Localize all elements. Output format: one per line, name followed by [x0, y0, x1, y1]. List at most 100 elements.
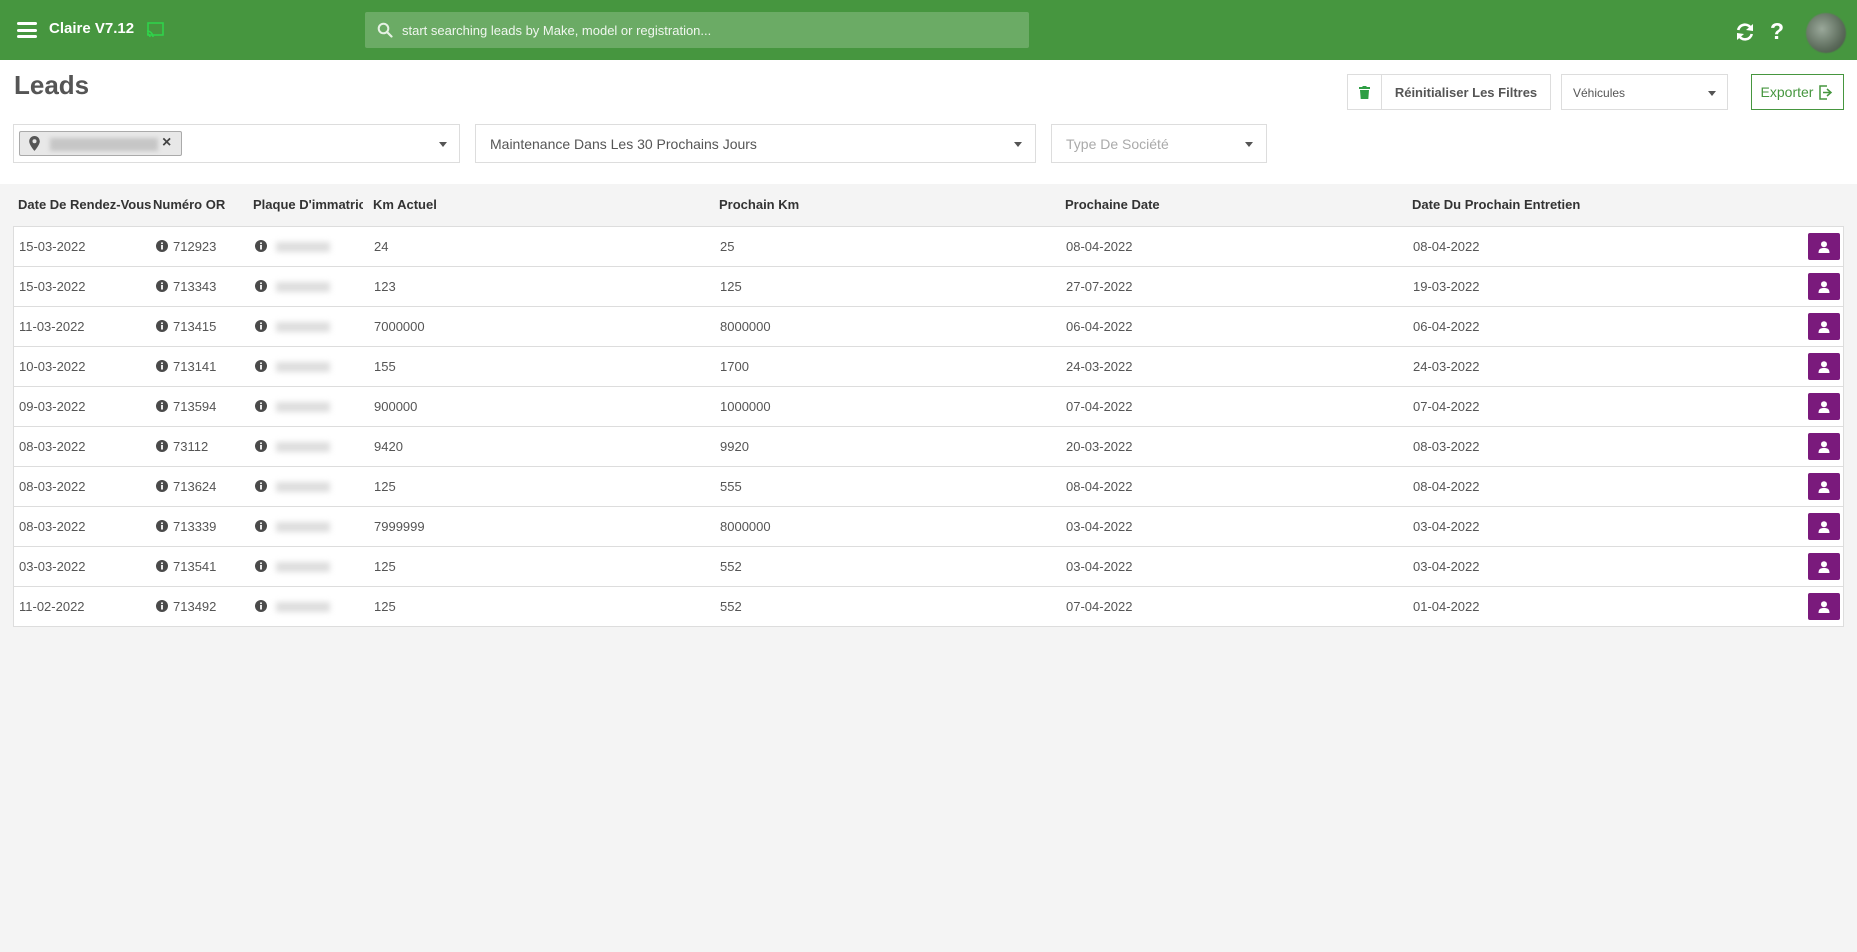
chevron-down-icon [1708, 91, 1716, 96]
user-icon [1818, 520, 1830, 533]
user-icon [1818, 600, 1830, 613]
location-filter[interactable]: × [13, 124, 460, 163]
info-icon[interactable] [255, 320, 267, 332]
info-icon[interactable] [156, 480, 168, 492]
search-box [365, 12, 1029, 48]
info-icon[interactable] [156, 280, 168, 292]
cast-icon[interactable] [146, 22, 164, 38]
cell-plate-redacted [272, 507, 342, 546]
user-icon [1818, 480, 1830, 493]
info-icon[interactable] [255, 480, 267, 492]
cell-plate-redacted [272, 587, 342, 626]
user-button[interactable] [1808, 313, 1840, 340]
info-icon[interactable] [156, 440, 168, 452]
info-icon[interactable] [255, 560, 267, 572]
company-type-filter[interactable]: Type De Société [1051, 124, 1267, 163]
cell-plate-redacted [272, 387, 342, 426]
user-button[interactable] [1808, 553, 1840, 580]
header-next-date[interactable]: Prochaine Date [1065, 197, 1160, 212]
cell-next-date: 20-03-2022 [1066, 439, 1133, 454]
cell-appointment-date: 08-03-2022 [19, 519, 86, 534]
cell-appointment-date: 09-03-2022 [19, 399, 86, 414]
cell-or-number: 713492 [173, 599, 217, 614]
hamburger-icon[interactable] [17, 22, 37, 38]
close-icon[interactable]: × [162, 134, 171, 152]
cell-appointment-date: 15-03-2022 [19, 239, 86, 254]
user-button[interactable] [1808, 513, 1840, 540]
table-row: 11-02-2022 713492 125 552 07-04-2022 01-… [14, 587, 1843, 627]
cell-next-service-date: 19-03-2022 [1413, 279, 1480, 294]
user-button[interactable] [1808, 473, 1840, 500]
user-button[interactable] [1808, 273, 1840, 300]
cell-current-km: 24 [374, 239, 389, 254]
cell-current-km: 125 [374, 599, 396, 614]
page-title: Leads [14, 70, 90, 100]
cell-next-date: 03-04-2022 [1066, 559, 1133, 574]
cell-current-km: 123 [374, 279, 396, 294]
header-appointment-date[interactable]: Date De Rendez-Vous [18, 197, 156, 212]
table-row: 03-03-2022 713541 125 552 03-04-2022 03-… [14, 547, 1843, 587]
info-icon[interactable] [156, 600, 168, 612]
vehicles-select[interactable]: Véhicules [1561, 74, 1728, 110]
info-icon[interactable] [255, 360, 267, 372]
cell-plate-redacted [272, 347, 342, 386]
info-icon[interactable] [255, 280, 267, 292]
info-icon[interactable] [255, 240, 267, 252]
info-icon[interactable] [156, 400, 168, 412]
info-icon[interactable] [255, 600, 267, 612]
cell-appointment-date: 10-03-2022 [19, 359, 86, 374]
cell-next-service-date: 08-03-2022 [1413, 439, 1480, 454]
table-body: 15-03-2022 712923 24 25 08-04-2022 08-04… [13, 226, 1844, 627]
cell-plate-redacted [272, 467, 342, 506]
cell-or-number: 712923 [173, 239, 217, 254]
header-or-number[interactable]: Numéro OR [153, 197, 243, 212]
user-icon [1818, 240, 1830, 253]
leads-table: Date De Rendez-Vous Numéro OR Plaque D'i… [13, 194, 1844, 627]
info-icon[interactable] [156, 520, 168, 532]
refresh-icon[interactable] [1734, 21, 1756, 43]
cell-next-date: 06-04-2022 [1066, 319, 1133, 334]
cell-next-km: 8000000 [720, 319, 771, 334]
info-icon[interactable] [255, 440, 267, 452]
info-icon[interactable] [255, 520, 267, 532]
info-icon[interactable] [255, 400, 267, 412]
table-row: 10-03-2022 713141 155 1700 24-03-2022 24… [14, 347, 1843, 387]
user-button[interactable] [1808, 353, 1840, 380]
avatar[interactable] [1806, 13, 1846, 53]
cell-next-date: 24-03-2022 [1066, 359, 1133, 374]
reset-filters-button[interactable]: Réinitialiser Les Filtres [1347, 74, 1551, 110]
info-icon[interactable] [156, 240, 168, 252]
user-button[interactable] [1808, 433, 1840, 460]
cell-or-number: 713343 [173, 279, 217, 294]
cell-next-date: 08-04-2022 [1066, 239, 1133, 254]
cell-current-km: 155 [374, 359, 396, 374]
reset-filters-label: Réinitialiser Les Filtres [1394, 84, 1538, 100]
top-bar: Claire V7.12 ? [0, 0, 1857, 60]
user-button[interactable] [1808, 233, 1840, 260]
export-icon [1819, 84, 1833, 100]
info-icon[interactable] [156, 560, 168, 572]
trash-icon-wrap [1348, 75, 1382, 109]
header-current-km[interactable]: Km Actuel [373, 197, 437, 212]
info-icon[interactable] [156, 320, 168, 332]
table-row: 09-03-2022 713594 900000 1000000 07-04-2… [14, 387, 1843, 427]
export-label: Exporter [1760, 84, 1814, 100]
search-icon [377, 22, 393, 38]
cell-current-km: 7000000 [374, 319, 425, 334]
user-icon [1818, 280, 1830, 293]
user-button[interactable] [1808, 593, 1840, 620]
maintenance-filter-value: Maintenance Dans Les 30 Prochains Jours [490, 136, 757, 152]
maintenance-filter[interactable]: Maintenance Dans Les 30 Prochains Jours [475, 124, 1036, 163]
cell-next-km: 552 [720, 599, 742, 614]
cell-next-date: 03-04-2022 [1066, 519, 1133, 534]
header-next-service-date[interactable]: Date Du Prochain Entretien [1412, 197, 1580, 212]
search-input[interactable] [402, 12, 1022, 48]
header-next-km[interactable]: Prochain Km [719, 197, 799, 212]
header-plate[interactable]: Plaque D'immatricu [253, 197, 363, 212]
info-icon[interactable] [156, 360, 168, 372]
export-button[interactable]: Exporter [1751, 74, 1844, 110]
user-button[interactable] [1808, 393, 1840, 420]
cell-next-km: 1700 [720, 359, 749, 374]
help-icon[interactable]: ? [1770, 18, 1784, 45]
cell-or-number: 713624 [173, 479, 217, 494]
